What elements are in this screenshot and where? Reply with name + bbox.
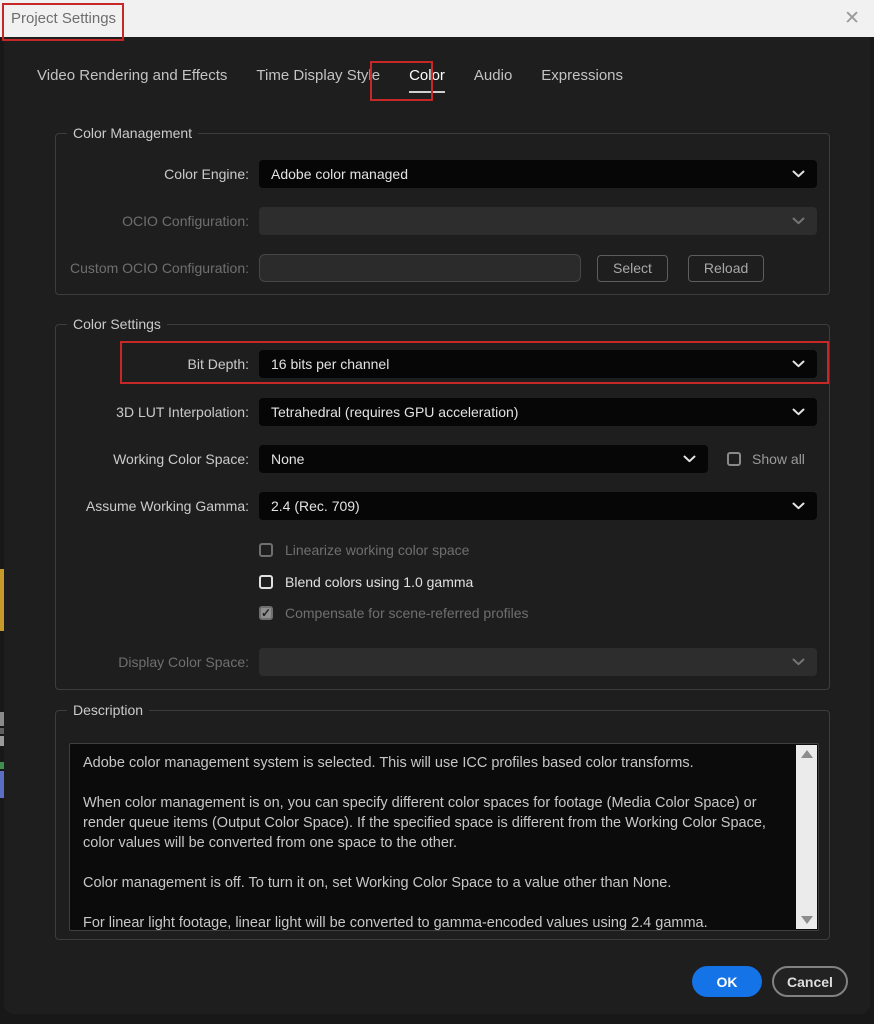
row-bit-depth: Bit Depth: 16 bits per channel — [56, 350, 817, 378]
vertical-scrollbar[interactable] — [796, 745, 817, 929]
row-assume-working-gamma: Assume Working Gamma: 2.4 (Rec. 709) — [56, 492, 817, 520]
group-color-management: Color Management Color Engine: Adobe col… — [55, 133, 830, 295]
ocio-configuration-label: OCIO Configuration: — [56, 213, 249, 229]
description-paragraph: For linear light footage, linear light w… — [83, 913, 786, 931]
compensate-scene-referred-checkbox-row: ✓ Compensate for scene-referred profiles — [259, 604, 529, 622]
linearize-working-color-space-checkbox-row: Linearize working color space — [259, 541, 469, 559]
chevron-down-icon — [792, 360, 805, 368]
display-color-space-label: Display Color Space: — [56, 654, 249, 670]
description-paragraph: Adobe color management system is selecte… — [83, 753, 786, 773]
row-display-color-space: Display Color Space: — [56, 648, 817, 676]
window-title: Project Settings — [11, 10, 116, 27]
project-settings-dialog: Video Rendering and Effects Time Display… — [4, 37, 870, 1014]
custom-ocio-configuration-input — [259, 254, 581, 282]
group-color-settings: Color Settings Bit Depth: 16 bits per ch… — [55, 324, 830, 690]
assume-working-gamma-label: Assume Working Gamma: — [56, 498, 249, 514]
blend-colors-checkbox-row[interactable]: Blend colors using 1.0 gamma — [259, 573, 473, 591]
chevron-down-icon — [792, 408, 805, 416]
desktop-sliver — [0, 569, 4, 631]
select-button[interactable]: Select — [597, 255, 668, 282]
custom-ocio-configuration-label: Custom OCIO Configuration: — [56, 260, 249, 276]
row-custom-ocio-configuration: Custom OCIO Configuration: Select Reload — [56, 254, 817, 282]
group-description: Description Adobe color management syste… — [55, 710, 830, 940]
show-all-checkbox[interactable] — [727, 452, 741, 466]
description-text-panel: Adobe color management system is selecte… — [69, 743, 819, 931]
3d-lut-interpolation-dropdown[interactable]: Tetrahedral (requires GPU acceleration) — [259, 398, 817, 426]
bit-depth-label: Bit Depth: — [56, 356, 249, 372]
desktop-sliver — [0, 771, 4, 798]
group-legend: Color Management — [67, 125, 198, 141]
group-legend: Description — [67, 702, 149, 718]
tab-expressions[interactable]: Expressions — [541, 67, 623, 93]
blend-colors-checkbox[interactable] — [259, 575, 273, 589]
assume-working-gamma-dropdown[interactable]: 2.4 (Rec. 709) — [259, 492, 817, 520]
description-paragraph: When color management is on, you can spe… — [83, 793, 786, 853]
tab-time-display-style[interactable]: Time Display Style — [256, 67, 380, 93]
tab-bar: Video Rendering and Effects Time Display… — [37, 67, 623, 93]
tab-audio[interactable]: Audio — [474, 67, 512, 93]
show-all-label: Show all — [752, 451, 805, 467]
bit-depth-dropdown[interactable]: 16 bits per channel — [259, 350, 817, 378]
color-engine-dropdown[interactable]: Adobe color managed — [259, 160, 817, 188]
scroll-up-icon[interactable] — [801, 750, 813, 758]
row-3d-lut-interpolation: 3D LUT Interpolation: Tetrahedral (requi… — [56, 398, 817, 426]
ok-button[interactable]: OK — [692, 966, 762, 997]
row-ocio-configuration: OCIO Configuration: — [56, 207, 817, 235]
chevron-down-icon — [792, 658, 805, 666]
display-color-space-dropdown — [259, 648, 817, 676]
chevron-down-icon — [792, 502, 805, 510]
tab-color[interactable]: Color — [409, 67, 445, 93]
close-icon[interactable]: ✕ — [844, 9, 860, 28]
reload-button[interactable]: Reload — [688, 255, 764, 282]
description-paragraph: Color management is off. To turn it on, … — [83, 873, 786, 893]
desktop-sliver — [0, 728, 4, 734]
tab-video-rendering-and-effects[interactable]: Video Rendering and Effects — [37, 67, 227, 93]
working-color-space-dropdown[interactable]: None — [259, 445, 708, 473]
working-color-space-label: Working Color Space: — [56, 451, 249, 467]
show-all-checkbox-row[interactable]: Show all — [727, 451, 805, 467]
titlebar: Project Settings ✕ — [0, 0, 874, 37]
desktop-sliver — [0, 712, 4, 726]
desktop-sliver — [0, 736, 4, 746]
linearize-working-color-space-checkbox — [259, 543, 273, 557]
compensate-scene-referred-checkbox: ✓ — [259, 606, 273, 620]
chevron-down-icon — [683, 455, 696, 463]
group-legend: Color Settings — [67, 316, 167, 332]
ocio-configuration-dropdown — [259, 207, 817, 235]
3d-lut-interpolation-label: 3D LUT Interpolation: — [56, 404, 249, 420]
row-working-color-space: Working Color Space: None Show all — [56, 445, 817, 473]
desktop-sliver — [0, 762, 4, 769]
chevron-down-icon — [792, 217, 805, 225]
scroll-down-icon[interactable] — [801, 916, 813, 924]
color-engine-label: Color Engine: — [56, 166, 249, 182]
cancel-button[interactable]: Cancel — [772, 966, 848, 997]
chevron-down-icon — [792, 170, 805, 178]
row-color-engine: Color Engine: Adobe color managed — [56, 160, 817, 188]
